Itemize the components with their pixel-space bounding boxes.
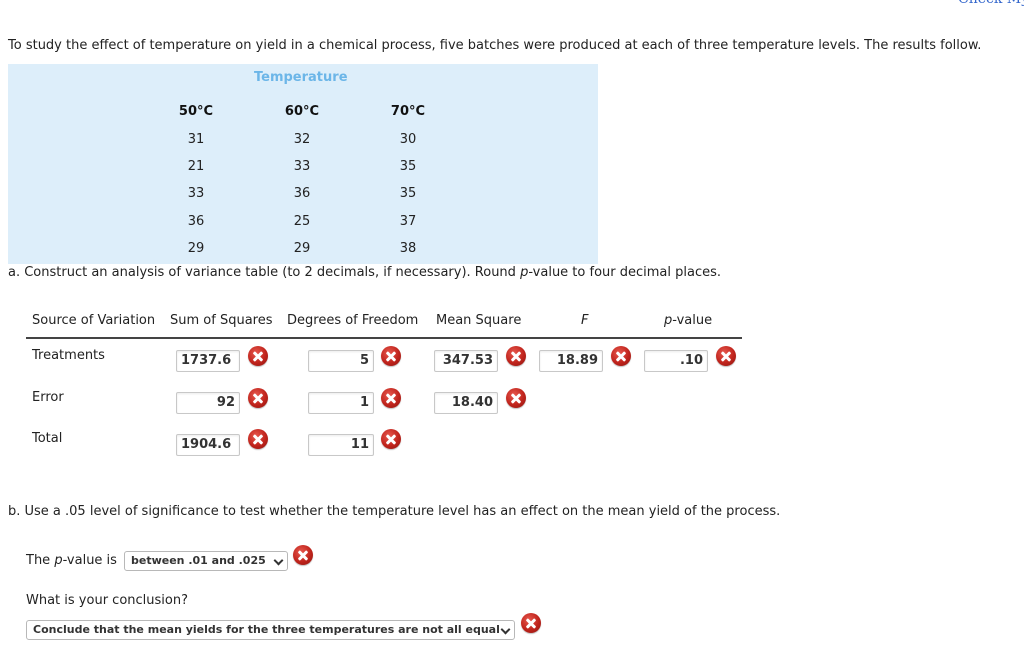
chevron-down-icon [500, 624, 511, 635]
header-p-rest: -value [672, 313, 713, 328]
incorrect-x-icon [611, 346, 631, 366]
data-cell: 25 [293, 214, 311, 229]
conclusion-select[interactable]: Conclude that the mean yields for the th… [26, 620, 515, 640]
incorrect-x-icon [381, 346, 401, 366]
data-cell: 37 [399, 214, 417, 229]
column-header-50c: 50°C [178, 104, 214, 119]
header-f: F [581, 313, 589, 328]
label-text: The [26, 553, 55, 568]
data-cell: 29 [293, 241, 311, 256]
data-cell: 36 [293, 186, 311, 201]
label-italic: p [54, 553, 63, 568]
incorrect-x-icon [381, 429, 401, 449]
p-value-label: The p-value is [26, 553, 117, 568]
data-cell: 38 [399, 241, 417, 256]
treatments-ms-input[interactable]: 347.53 [434, 350, 498, 372]
data-cell: 36 [187, 214, 205, 229]
data-table-title: Temperature [254, 70, 348, 85]
label-text: -value is [62, 553, 117, 568]
prompt-text: -value to four decimal places. [528, 265, 722, 280]
incorrect-x-icon [248, 429, 268, 449]
select-value: between .01 and .025 [131, 554, 266, 567]
column-header-60c: 60°C [284, 104, 320, 119]
data-cell: 32 [293, 132, 311, 147]
error-df-input[interactable]: 1 [308, 392, 374, 414]
treatments-ss-input[interactable]: 1737.6 [176, 350, 240, 372]
error-ss-input[interactable]: 92 [176, 392, 240, 414]
header-divider [26, 337, 742, 339]
header-sum-of-squares: Sum of Squares [170, 313, 273, 328]
data-cell: 35 [399, 159, 417, 174]
prompt-text: a. Construct an analysis of variance tab… [8, 265, 521, 280]
header-degrees-of-freedom: Degrees of Freedom [287, 313, 419, 328]
conclusion-label: What is your conclusion? [26, 593, 188, 608]
total-df-input[interactable]: 11 [308, 434, 374, 456]
treatments-p-value-input[interactable]: .10 [644, 350, 708, 372]
header-mean-square: Mean Square [436, 313, 522, 328]
part-a-prompt: a. Construct an analysis of variance tab… [8, 265, 721, 280]
data-cell: 35 [399, 186, 417, 201]
row-label-error: Error [32, 390, 64, 405]
treatments-df-input[interactable]: 5 [308, 350, 374, 372]
row-label-treatments: Treatments [32, 348, 105, 363]
data-cell: 29 [187, 241, 205, 256]
column-header-70c: 70°C [390, 104, 426, 119]
data-cell: 31 [187, 132, 205, 147]
p-value-range-select[interactable]: between .01 and .025 [124, 551, 288, 571]
incorrect-x-icon [293, 545, 313, 565]
data-cell: 21 [187, 159, 205, 174]
data-cell: 33 [187, 186, 205, 201]
incorrect-x-icon [716, 346, 736, 366]
header-source-of-variation: Source of Variation [32, 313, 156, 328]
error-ms-input[interactable]: 18.40 [434, 392, 498, 414]
header-p-value: p-value [664, 313, 712, 328]
chevron-down-icon [273, 555, 284, 566]
check-my-work-link[interactable]: Check My [958, 0, 1024, 7]
part-b-prompt: b. Use a .05 level of significance to te… [8, 504, 781, 519]
incorrect-x-icon [248, 346, 268, 366]
data-cell: 33 [293, 159, 311, 174]
total-ss-input[interactable]: 1904.6 [176, 434, 240, 456]
incorrect-x-icon [521, 613, 541, 633]
row-label-total: Total [32, 431, 63, 446]
data-cell: 30 [399, 132, 417, 147]
incorrect-x-icon [248, 388, 268, 408]
treatments-f-input[interactable]: 18.89 [539, 350, 603, 372]
problem-intro: To study the effect of temperature on yi… [8, 38, 982, 53]
incorrect-x-icon [381, 388, 401, 408]
incorrect-x-icon [506, 388, 526, 408]
select-value: Conclude that the mean yields for the th… [33, 623, 500, 636]
incorrect-x-icon [506, 346, 526, 366]
